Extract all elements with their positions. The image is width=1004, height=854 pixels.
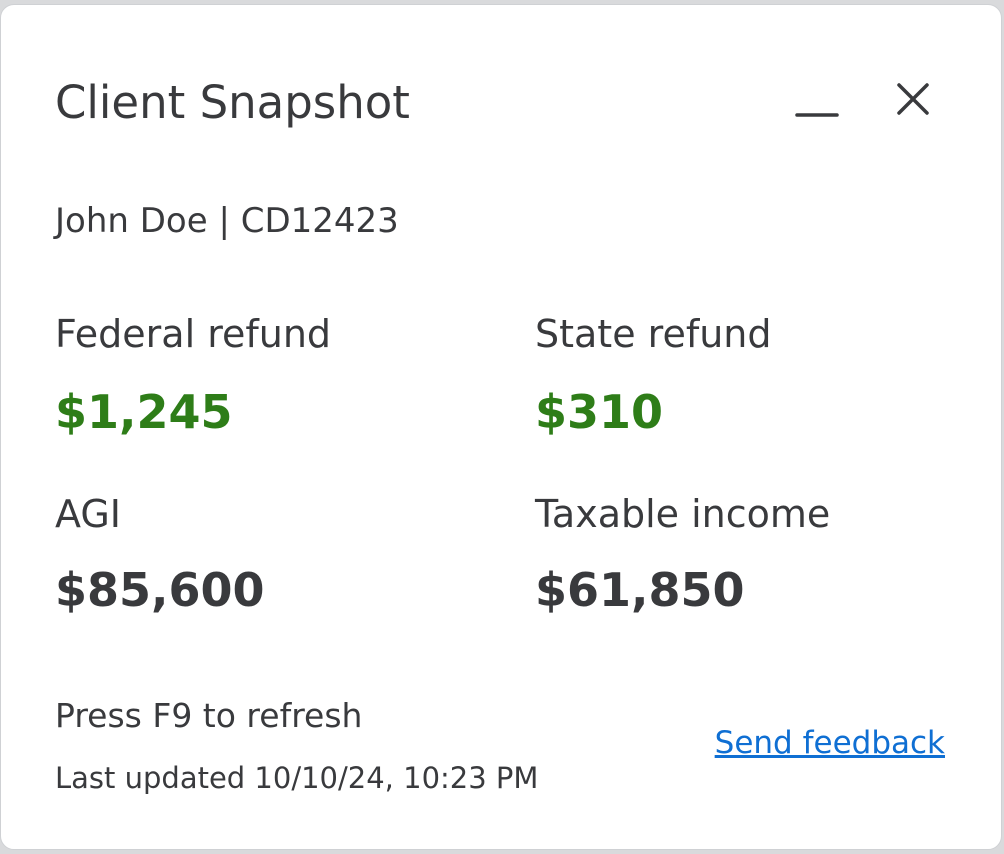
agi-label: AGI [55,492,121,536]
state-refund-value: $310 [535,385,664,439]
federal-refund-value: $1,245 [55,385,233,439]
taxable-income-label: Taxable income [535,492,831,536]
panel-title: Client Snapshot [55,76,410,129]
last-updated-timestamp: Last updated 10/10/24, 10:23 PM [55,761,539,795]
close-icon [897,83,929,115]
client-name-id: John Doe | CD12423 [55,201,399,241]
federal-refund-label: Federal refund [55,312,332,356]
minimize-button[interactable] [793,75,841,123]
minimize-icon [795,113,839,117]
refresh-hint: Press F9 to refresh [55,696,363,735]
client-snapshot-panel: Client Snapshot John Doe | CD12423 Feder… [0,4,1002,850]
send-feedback-link[interactable]: Send feedback [715,723,945,763]
close-button[interactable] [889,75,937,123]
agi-value: $85,600 [55,563,265,617]
state-refund-label: State refund [535,312,772,356]
taxable-income-value: $61,850 [535,563,745,617]
